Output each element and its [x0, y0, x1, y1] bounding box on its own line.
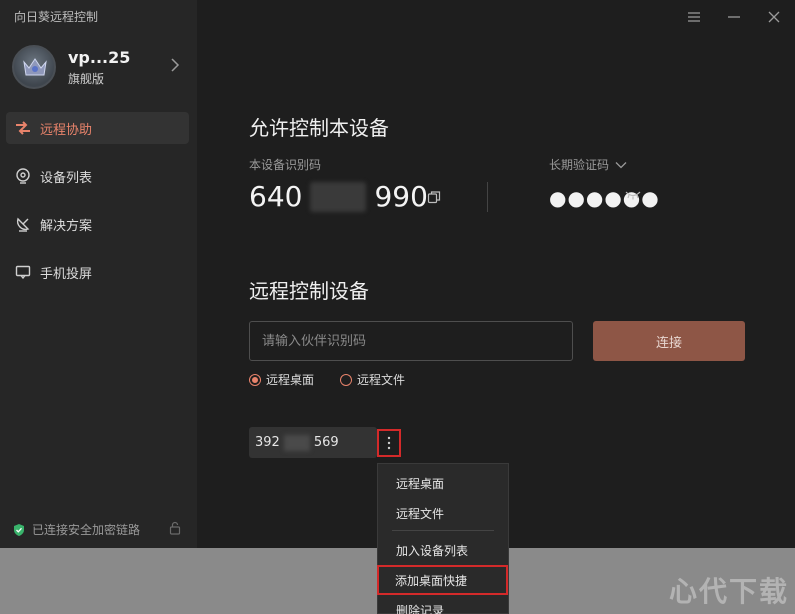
sidebar-item-device-list[interactable]: 设备列表 — [6, 160, 189, 192]
verify-code-value: ●●●●●● — [549, 186, 660, 210]
sidebar-item-screen-cast[interactable]: 手机投屏 — [6, 256, 189, 288]
connect-button[interactable]: 连接 — [593, 321, 745, 361]
more-vertical-icon — [387, 436, 391, 450]
radio-dot — [249, 373, 261, 386]
main-panel: 允许控制本设备 本设备识别码 长期验证码 640 990 ●●●●●● 远程控制… — [197, 0, 795, 614]
chevron-right-icon — [171, 58, 180, 72]
menu-item-delete-record[interactable]: 删除记录 — [378, 595, 508, 614]
radio-remote-desktop[interactable]: 远程桌面 — [249, 371, 314, 388]
app-window: 向日葵远程控制 vp...25 旗舰版 远程协助 设备列表 解决方案 手机投屏 … — [0, 0, 795, 614]
remote-control-title: 远程控制设备 — [249, 279, 369, 303]
partner-id-input[interactable] — [249, 321, 573, 361]
sidebar-item-label: 远程协助 — [40, 122, 93, 138]
device-id-masked — [310, 181, 367, 212]
menu-item-add-desktop-shortcut[interactable]: 添加桌面快捷 — [377, 565, 508, 595]
minimize-icon[interactable] — [723, 6, 745, 28]
allow-control-title: 允许控制本设备 — [249, 116, 389, 140]
secure-connection-status: 已连接安全加密链路 — [12, 521, 182, 538]
profile-tier: 旗舰版 — [68, 71, 105, 86]
sidebar-item-remote-assist[interactable]: 远程协助 — [6, 112, 189, 144]
profile-name: vp...25 — [68, 47, 131, 67]
shield-check-icon — [14, 523, 24, 536]
menu-item-remote-file[interactable]: 远程文件 — [378, 498, 508, 528]
remote-assist-icon — [14, 119, 32, 137]
sidebar-item-label: 解决方案 — [40, 218, 93, 234]
radio-label: 远程桌面 — [266, 373, 315, 387]
history-id-masked — [283, 434, 310, 451]
eye-closed-icon[interactable] — [625, 190, 641, 200]
crown-icon — [23, 58, 47, 76]
sidebar-item-solutions[interactable]: 解决方案 — [6, 208, 189, 240]
menu-item-add-device[interactable]: 加入设备列表 — [378, 535, 508, 565]
divider — [487, 182, 488, 212]
verify-code-label: 长期验证码 — [549, 158, 610, 172]
profile-card[interactable]: vp...25 旗舰版 — [12, 44, 184, 90]
menu-icon[interactable] — [683, 6, 705, 28]
secure-text: 已连接安全加密链路 — [32, 523, 141, 537]
context-menu: 远程桌面 远程文件 加入设备列表 添加桌面快捷 删除记录 — [377, 463, 509, 614]
avatar — [12, 45, 56, 89]
app-title: 向日葵远程控制 — [14, 10, 99, 24]
history-item[interactable]: 392 569 — [249, 427, 377, 458]
connection-mode: 远程桌面 远程文件 — [249, 371, 405, 388]
window-controls — [683, 6, 785, 28]
sidebar: 向日葵远程控制 vp...25 旗舰版 远程协助 设备列表 解决方案 手机投屏 … — [0, 0, 197, 548]
menu-item-remote-desktop[interactable]: 远程桌面 — [378, 468, 508, 498]
more-options-button[interactable] — [377, 429, 401, 457]
satellite-dish-icon — [14, 215, 32, 233]
screen-cast-icon — [14, 263, 32, 281]
device-list-icon — [14, 167, 32, 185]
menu-separator — [392, 530, 494, 531]
sidebar-nav: 远程协助 设备列表 解决方案 手机投屏 — [6, 112, 189, 304]
copy-icon[interactable] — [427, 190, 441, 204]
radio-dot — [340, 373, 353, 386]
sidebar-item-label: 设备列表 — [40, 170, 93, 186]
device-id-label: 本设备识别码 — [249, 158, 322, 172]
lock-icon[interactable] — [168, 521, 182, 535]
device-id-prefix: 640 — [249, 180, 303, 213]
close-icon[interactable] — [763, 6, 785, 28]
chevron-down-icon — [615, 161, 627, 168]
verify-code-dropdown[interactable]: 长期验证码 — [549, 156, 627, 173]
device-id-suffix: 990 — [374, 180, 428, 213]
radio-remote-file[interactable]: 远程文件 — [340, 371, 405, 388]
history-id-prefix: 392 — [255, 435, 280, 450]
device-id: 640 990 — [249, 180, 428, 213]
radio-label: 远程文件 — [357, 373, 406, 387]
watermark: 心代下载 — [668, 575, 789, 608]
sidebar-item-label: 手机投屏 — [40, 266, 93, 282]
history-id-suffix: 569 — [313, 435, 339, 450]
